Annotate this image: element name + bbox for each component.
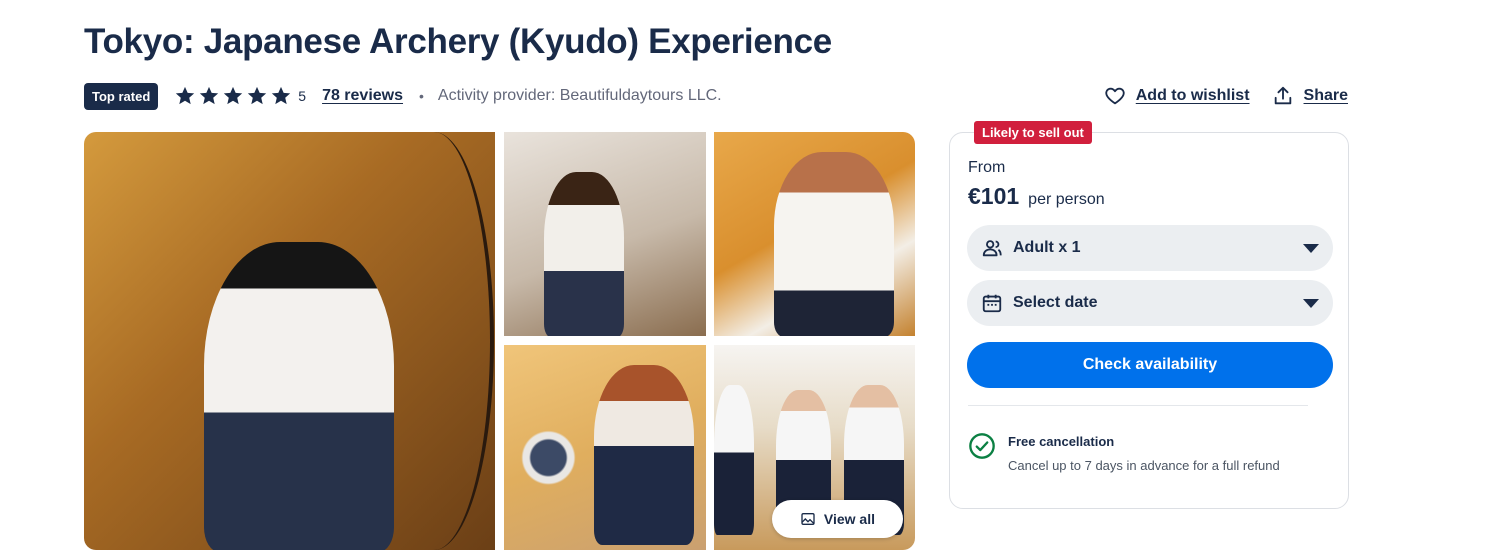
meta-row: Top rated 5 78 reviews • Activity provid…: [84, 81, 1348, 111]
share-icon: [1274, 86, 1291, 105]
add-to-wishlist-button[interactable]: Add to wishlist: [1104, 85, 1250, 107]
star-icon: [248, 86, 267, 105]
date-select[interactable]: Select date: [967, 280, 1333, 326]
cancellation-title: Free cancellation: [1008, 434, 1115, 449]
activity-provider: Activity provider: Beautifuldaytours LLC…: [437, 87, 722, 104]
archer-figure: [204, 242, 394, 550]
chevron-down-icon: [1303, 243, 1319, 253]
star-icon: [224, 86, 243, 105]
people-icon: [982, 240, 1002, 257]
price-row: €101 per person: [968, 183, 1105, 210]
page-actions: Add to wishlist Share: [1104, 85, 1348, 107]
participant-figure: [594, 365, 694, 545]
from-label: From: [968, 159, 1006, 176]
chevron-down-icon: [1303, 298, 1319, 308]
gallery-photo-2[interactable]: [504, 132, 706, 336]
likely-to-sell-out-badge: Likely to sell out: [974, 121, 1092, 144]
gallery-photo-main[interactable]: [84, 132, 495, 550]
price-value: €101: [968, 183, 1020, 209]
gallery-photo-5[interactable]: View all: [714, 345, 915, 550]
gallery-photo-4[interactable]: [504, 345, 706, 550]
photo-gallery: View all: [84, 132, 915, 550]
date-placeholder: Select date: [1013, 294, 1098, 311]
rating-stars: [174, 85, 292, 107]
image-icon: [801, 513, 815, 525]
group-figure: [714, 385, 754, 535]
rating-value: 5: [298, 88, 307, 104]
reviews-link[interactable]: 78 reviews: [322, 87, 403, 105]
free-cancellation-info: Free cancellation Cancel up to 7 days in…: [968, 432, 1280, 473]
check-availability-button[interactable]: Check availability: [967, 342, 1333, 388]
separator-dot: •: [419, 88, 424, 104]
bow-shape: [374, 132, 494, 550]
gallery-photo-3[interactable]: [714, 132, 915, 336]
star-icon: [200, 86, 219, 105]
star-icon: [272, 86, 291, 105]
participants-select[interactable]: Adult x 1: [967, 225, 1333, 271]
wishlist-label: Add to wishlist: [1135, 87, 1250, 104]
view-all-button[interactable]: View all: [771, 500, 903, 538]
instructor-figure: [774, 152, 894, 336]
page-title: Tokyo: Japanese Archery (Kyudo) Experien…: [84, 22, 832, 61]
participants-value: Adult x 1: [1013, 239, 1081, 256]
share-label: Share: [1303, 87, 1348, 104]
heart-icon: [1105, 87, 1125, 105]
cancellation-text-block: Free cancellation Cancel up to 7 days in…: [1008, 432, 1280, 473]
check-circle-icon: [969, 433, 995, 459]
calendar-icon: [982, 294, 1002, 313]
archer-figure: [544, 172, 624, 336]
top-rated-badge: Top rated: [84, 82, 159, 110]
booking-card: From €101 per person Adult x 1 Select da…: [949, 132, 1349, 509]
per-person-label: per person: [1028, 191, 1105, 208]
cancellation-description: Cancel up to 7 days in advance for a ful…: [1008, 458, 1280, 473]
divider: [968, 405, 1308, 406]
view-all-label: View all: [823, 511, 875, 527]
share-button[interactable]: Share: [1272, 85, 1348, 107]
star-icon: [176, 86, 195, 105]
